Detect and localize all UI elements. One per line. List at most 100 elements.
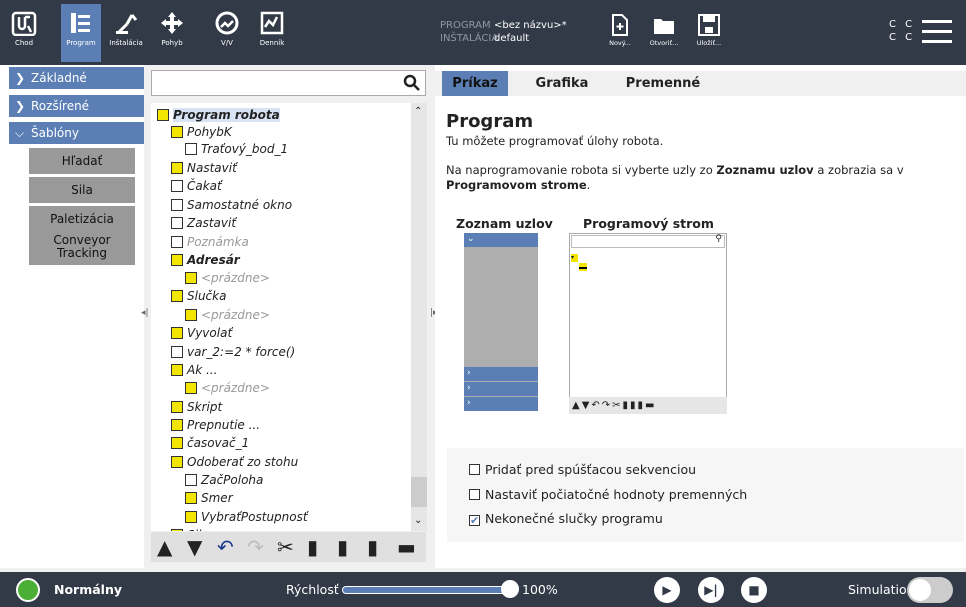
undo-icon[interactable]: ↶ (217, 537, 234, 557)
tree-node-label: Slučka (187, 289, 227, 303)
tree-scrollbar[interactable]: ⌃ ⌄ (411, 103, 427, 531)
tree-node[interactable]: Prepnutie ... (171, 416, 260, 434)
save-program-label: Uložiť... (696, 39, 722, 47)
redo-icon[interactable]: ↷ (247, 537, 264, 557)
delete-icon[interactable]: ▮ (367, 537, 378, 557)
tree-node[interactable]: Sila (171, 526, 209, 531)
tree-search-input[interactable] (151, 70, 426, 96)
tree-node[interactable]: Ak ... (171, 361, 217, 379)
node-list-title: Zoznam uzlov (456, 216, 553, 231)
tree-node[interactable]: Odoberať zo stohu (171, 453, 298, 471)
tree-node-label: Smer (201, 491, 233, 505)
tab-graphics[interactable]: Grafika (527, 71, 597, 96)
speed-label: Rýchlosť (286, 582, 339, 597)
speed-slider[interactable] (342, 586, 510, 594)
save-program-button[interactable]: Uložiť... (692, 14, 726, 47)
tree-node[interactable]: Adresár (171, 251, 240, 269)
nav-io[interactable]: V/V (207, 4, 247, 62)
program-description: Tu môžete programovať úlohy robota. (446, 134, 664, 148)
option-initial-values-label: Nastaviť počiatočné hodnoty premenných (485, 487, 748, 502)
stop-button[interactable]: ■ (741, 577, 767, 603)
open-program-button[interactable]: Otvoriť... (647, 14, 681, 47)
ur-logo-icon (11, 11, 37, 36)
tree-node-label: Vyvolať (187, 326, 233, 340)
chevron-up-icon[interactable]: ⌃ (414, 106, 422, 117)
move-down-icon[interactable]: ▼ (187, 537, 202, 557)
template-palletizing[interactable]: Paletizácia (29, 206, 135, 232)
move-up-icon[interactable]: ▲ (157, 537, 172, 557)
step-button[interactable]: ▶| (698, 577, 724, 603)
toggle-knob (909, 579, 931, 601)
tree-node[interactable]: <prázdne> (185, 269, 270, 287)
tree-node[interactable]: Smer (185, 489, 233, 507)
nav-installation[interactable]: Inštalácia (104, 4, 148, 62)
splitter-left-handle[interactable]: ◂| (141, 308, 149, 318)
category-advanced[interactable]: ❯ Rozšírené (9, 95, 144, 117)
option-initial-values[interactable]: Nastaviť počiatočné hodnoty premenných (469, 487, 747, 503)
simulation-toggle[interactable] (907, 577, 953, 603)
tree-node[interactable]: Slučka (171, 287, 226, 305)
tree-node-label: časovač_1 (187, 436, 250, 450)
tab-command[interactable]: Príkaz (442, 71, 508, 96)
template-search[interactable]: Hľadať (29, 148, 135, 174)
tree-node[interactable]: PohybK (171, 123, 232, 141)
tree-node[interactable]: var_2:=2 * force() (171, 343, 295, 361)
instructions-text-3: . (586, 178, 591, 192)
checkbox-loop-forever[interactable]: ✔ (469, 515, 480, 526)
tree-node-label: Traťový_bod_1 (201, 142, 289, 156)
instructions-text-2: a zobrazia sa v (813, 163, 904, 177)
option-loop-forever[interactable]: ✔ Nekonečné slučky programu (469, 511, 663, 527)
tree-node[interactable]: Čakať (171, 177, 222, 195)
tree-node[interactable]: <prázdne> (185, 379, 270, 397)
template-force[interactable]: Sila (29, 177, 135, 203)
empty-icon (185, 272, 197, 284)
chevron-down-icon[interactable]: ⌄ (414, 515, 422, 526)
tree-node-label: Odoberať zo stohu (187, 455, 299, 469)
nav-program[interactable]: Program (61, 4, 101, 62)
tree-node[interactable]: Program robota (157, 106, 280, 124)
page-title: Program (446, 111, 534, 132)
play-button[interactable]: ▶ (654, 577, 680, 603)
power-button[interactable] (16, 578, 40, 602)
tree-node[interactable]: <prázdne> (185, 306, 270, 324)
search-icon: ⚲ (715, 234, 722, 244)
tree-node-label: <prázdne> (201, 271, 270, 285)
suppress-icon[interactable]: ▬ (397, 537, 416, 557)
tree-node[interactable]: ZačPoloha (185, 471, 263, 489)
cut-icon[interactable]: ✂ (277, 537, 294, 557)
waypoint-icon (185, 474, 197, 486)
template-conveyor-tracking[interactable]: Conveyor Tracking (29, 231, 135, 265)
nav-move[interactable]: Pohyb (152, 4, 192, 62)
tree-node[interactable]: Zastaviť (171, 214, 236, 232)
category-templates[interactable]: ⌵ Šablóny (9, 122, 144, 144)
option-before-start[interactable]: Pridať pred spúšťacou sekvenciou (469, 462, 696, 478)
hamburger-menu-icon[interactable] (922, 20, 952, 44)
tree-node[interactable]: VybraťPostupnosť (185, 508, 308, 526)
checkbox-before-start[interactable] (469, 464, 480, 475)
direction-icon (185, 492, 197, 504)
tree-node[interactable]: Skript (171, 398, 222, 416)
search-icon[interactable] (403, 74, 421, 92)
instructions-bold-1: Zoznamu uzlov (716, 163, 814, 177)
tree-node[interactable]: Traťový_bod_1 (185, 140, 288, 158)
nav-run-label: Chod (14, 39, 34, 47)
nav-log-label: Denník (259, 39, 285, 47)
tree-node[interactable]: Poznámka (171, 233, 249, 251)
nav-run[interactable]: Chod (4, 4, 44, 62)
new-program-button[interactable]: Nový... (603, 14, 637, 47)
tree-node[interactable]: Nastaviť (171, 159, 237, 177)
tree-node[interactable]: Vyvolať (171, 324, 232, 342)
io-icon (215, 11, 239, 35)
tree-node[interactable]: Samostatné okno (171, 196, 292, 214)
speed-slider-handle[interactable] (501, 580, 519, 598)
nav-log[interactable]: Denník (252, 4, 292, 62)
tab-variables[interactable]: Premenné (613, 71, 713, 96)
copy-icon[interactable]: ▮ (307, 537, 318, 557)
checkbox-initial-values[interactable] (469, 489, 480, 500)
assignment-icon (171, 346, 183, 358)
scroll-thumb[interactable] (411, 477, 427, 507)
paste-icon[interactable]: ▮ (337, 537, 348, 557)
tree-node[interactable]: časovač_1 (171, 434, 249, 452)
tree-node-label: Ak ... (187, 363, 218, 377)
category-basic[interactable]: ❯ Základné (9, 67, 144, 89)
